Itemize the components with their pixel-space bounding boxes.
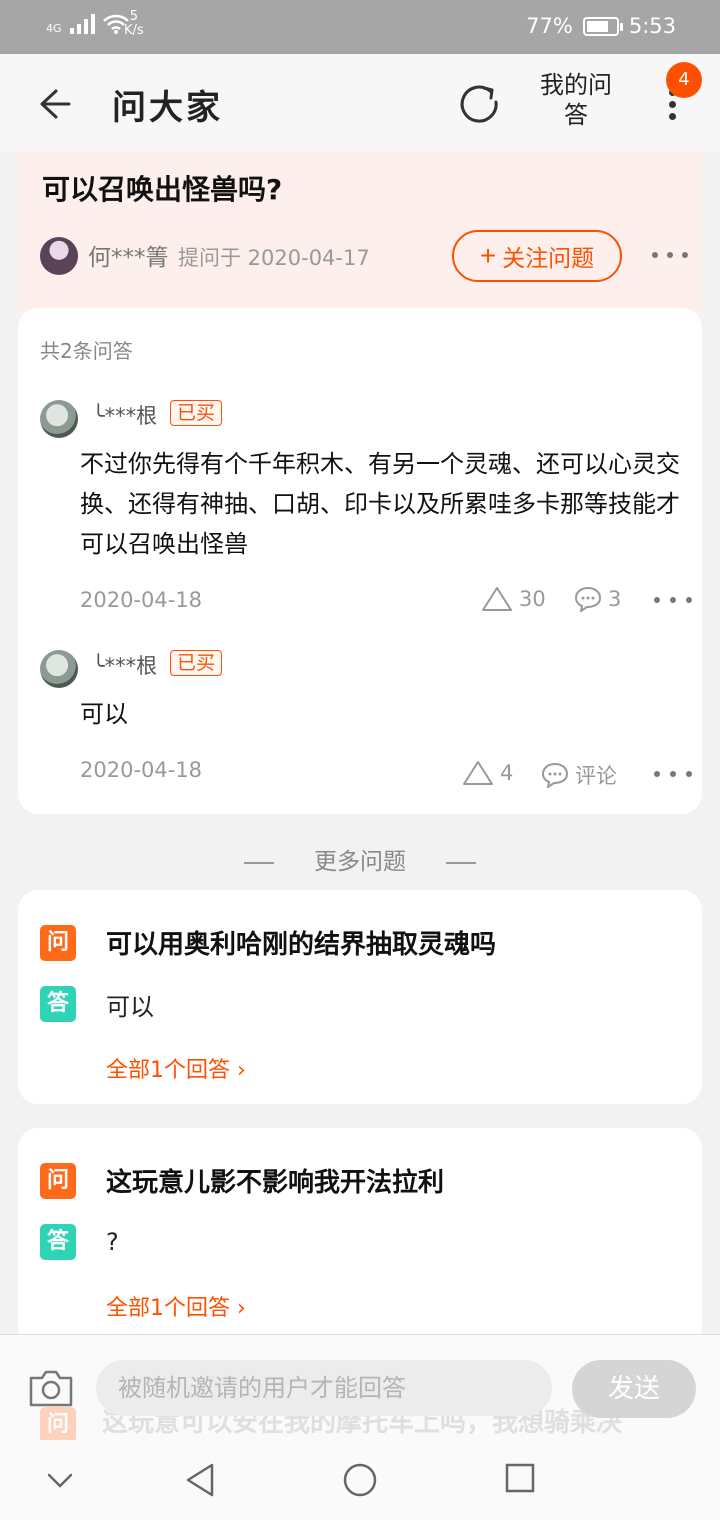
answers-card: 共2条问答 ╰***根 已买 不过你先得有个千年积木、有另一个灵魂、还可以心灵交… — [18, 308, 702, 814]
nav-back-icon[interactable] — [184, 1462, 216, 1498]
related-question-text: 可以用奥利哈刚的结界抽取灵魂吗 — [106, 930, 497, 960]
network-type: 4G — [46, 22, 62, 35]
plus-icon: + — [479, 240, 497, 271]
battery-icon — [582, 16, 623, 36]
bought-badge: 已买 — [170, 400, 223, 426]
battery-fill — [586, 20, 609, 32]
related-question-card[interactable]: 问 这玩意儿影不影响我开法拉利 答 ? 全部1个回答 › — [18, 1128, 702, 1348]
like-button[interactable]: 4 — [462, 760, 513, 786]
more-questions-heading: 更多问题 — [0, 842, 720, 876]
answer-tag-icon: 答 — [40, 986, 76, 1022]
asker-name: 何***箐 — [88, 245, 169, 271]
my-qa-button[interactable]: 我的问答 — [540, 70, 612, 130]
page-title: 问大家 — [112, 88, 223, 128]
related-question-text: 这玩意儿影不影响我开法拉利 — [106, 1168, 445, 1198]
answer-date: 2020-04-18 — [80, 588, 203, 612]
comment-button[interactable]: 评论 — [541, 760, 617, 790]
answer-more-icon[interactable] — [654, 771, 696, 777]
asker-avatar — [40, 237, 78, 275]
notification-badge: 4 — [666, 62, 702, 98]
avatar — [40, 400, 78, 438]
system-nav-bar — [0, 1440, 720, 1520]
answer-text: 可以 — [80, 700, 128, 728]
answer-user: ╰***根 — [92, 404, 158, 428]
signal-icon — [69, 12, 95, 34]
answer-more-icon[interactable] — [654, 597, 696, 603]
bought-badge: 已买 — [170, 650, 223, 676]
answer-input[interactable] — [96, 1360, 552, 1416]
chevron-down-icon[interactable] — [46, 1472, 74, 1490]
nav-recents-icon[interactable] — [504, 1462, 536, 1494]
status-bar: 4G 5 K/s 77% 5:53 — [0, 0, 720, 54]
question-panel: 可以召唤出怪兽吗? 何***箐 提问于 2020-04-17 + 关注问题 — [18, 152, 702, 320]
answer-count: 共2条问答 — [40, 339, 133, 363]
refresh-icon[interactable] — [458, 82, 502, 126]
like-triangle-icon — [463, 761, 493, 785]
like-button[interactable]: 30 — [481, 586, 546, 612]
question-tag-icon: 问 — [40, 924, 76, 961]
all-answers-link[interactable]: 全部1个回答 › — [106, 1290, 246, 1322]
chevron-right-icon: › — [230, 1058, 246, 1083]
question-tag-icon: 问 — [40, 1407, 76, 1443]
related-answer-text: 可以 — [106, 992, 154, 1021]
like-triangle-icon — [482, 587, 512, 611]
camera-icon[interactable] — [28, 1368, 74, 1408]
answer-tag-icon: 答 — [40, 1224, 76, 1260]
app-header: 问大家 我的问答 — [0, 54, 720, 152]
related-answer-text: ? — [106, 1228, 119, 1256]
avatar — [40, 650, 78, 688]
answer-text: 不过你先得有个千年积木、有另一个灵魂、还可以心灵交换、还得有神抽、口胡、印卡以及… — [80, 450, 680, 558]
asked-date: 提问于 2020-04-17 — [178, 246, 370, 270]
comment-icon — [574, 586, 602, 612]
battery-percent: 77% — [526, 14, 573, 38]
nav-home-icon[interactable] — [342, 1462, 378, 1498]
clock: 5:53 — [628, 14, 676, 38]
send-button[interactable]: 发送 — [572, 1360, 696, 1418]
network-speed: 5 K/s — [124, 9, 144, 38]
comment-icon — [541, 762, 569, 788]
all-answers-link[interactable]: 全部1个回答 › — [106, 1052, 246, 1084]
comment-button[interactable]: 3 — [574, 586, 621, 612]
question-more-icon[interactable] — [652, 252, 692, 258]
question-tag-icon: 问 — [40, 1162, 76, 1199]
question-title: 可以召唤出怪兽吗? — [42, 173, 283, 206]
answer-user: ╰***根 — [92, 654, 158, 678]
answer-date: 2020-04-18 — [80, 758, 203, 782]
chevron-right-icon: › — [230, 1296, 246, 1321]
back-arrow-icon[interactable] — [36, 86, 72, 122]
related-question-card[interactable]: 问 可以用奥利哈刚的结界抽取灵魂吗 答 可以 全部1个回答 › — [18, 890, 702, 1104]
follow-question-button[interactable]: + 关注问题 — [452, 230, 622, 282]
